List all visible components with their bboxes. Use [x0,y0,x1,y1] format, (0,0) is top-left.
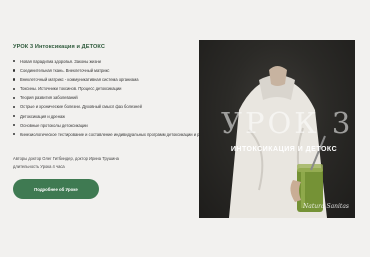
bullet-icon [13,87,16,90]
lesson-meta: Авторы доктор Олег Гитбиндер, доктор Ири… [13,155,119,171]
list-item: Соединительная ткань. Внеклеточный матри… [13,66,198,75]
topic-text: Острые и хронические болезни. Духовный с… [20,104,142,110]
list-item: Основные протоколы детоксикации [13,121,198,130]
lesson-title: УРОК 3 Интоксикация и ДЕТОКС [13,44,106,50]
bullet-icon [13,60,16,63]
topic-list: Новая парадигма здоровья. Законы жизни С… [13,57,226,139]
list-item: Детоксикация и дренаж [13,112,198,121]
bullet-icon [13,114,16,118]
topic-text: Токсины. Источники токсинов. Процесс дет… [20,86,122,92]
topic-text: Новая парадигма здоровья. Законы жизни [20,59,101,64]
bullet-icon [13,133,16,136]
list-item: Теория развития заболеваний [13,93,198,102]
authors-text: Авторы доктор Олег Гитбиндер, доктор Ири… [13,156,119,161]
lesson-page: УРОК 3 Интоксикация и ДЕТОКС Новая парад… [0,0,370,257]
brand-watermark: Natura Sanitas [303,203,349,210]
bullet-icon [13,69,16,72]
topic-text: Внеклеточный матрикс - коммуникативная с… [20,77,139,83]
topic-text: Теория развития заболеваний [20,95,78,101]
list-item: Токсины. Источники токсинов. Процесс дет… [13,84,198,93]
bullet-icon [13,105,16,108]
list-item: Острые и хронические болезни. Духовный с… [13,102,198,111]
duration-text: длительность Урока 4 часа [13,164,65,170]
lesson-details-button[interactable]: Подробнее об Уроке [13,179,99,199]
promo-image: УРОК 3 ИНТОКСИКАЦИЯ И ДЕТОКС Natura Sani… [199,40,355,218]
bullet-icon [13,78,16,81]
topic-text: Основные протоколы детоксикации [20,122,88,128]
topic-text: Детоксикация и дренаж [20,113,65,119]
topic-text: Кинезиологическое тестирование и составл… [20,131,226,137]
promo-lesson-label: УРОК 3 [221,106,354,140]
bullet-icon [13,123,16,127]
bullet-icon [13,96,16,99]
list-item: Кинезиологическое тестирование и составл… [13,130,226,139]
list-item: Внеклеточный матрикс - коммуникативная с… [13,75,198,84]
topic-text: Соединительная ткань. Внеклеточный матри… [20,68,110,74]
list-item: Новая парадигма здоровья. Законы жизни [13,57,198,66]
promo-topic-label: ИНТОКСИКАЦИЯ И ДЕТОКС [230,146,338,153]
